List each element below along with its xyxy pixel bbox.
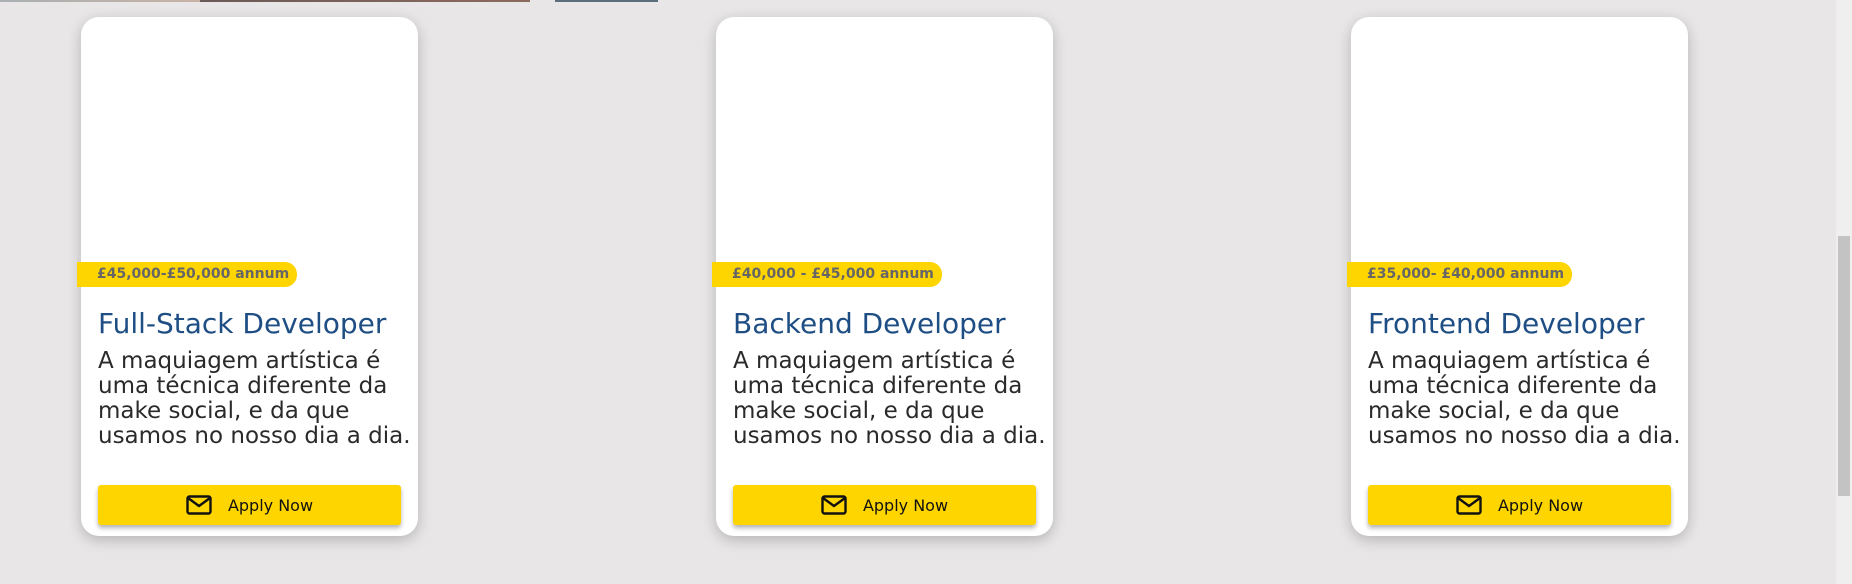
job-card: £45,000-£50,000 annum Full-Stack Develop… <box>77 17 418 536</box>
apply-now-button[interactable]: Apply Now <box>733 485 1036 525</box>
salary-badge: £45,000-£50,000 annum <box>77 262 298 287</box>
vertical-scrollbar[interactable] <box>1836 0 1852 584</box>
apply-now-label: Apply Now <box>862 495 949 515</box>
page: £45,000-£50,000 annum Full-Stack Develop… <box>0 0 1852 584</box>
mail-icon <box>186 495 212 515</box>
mail-icon <box>821 495 847 515</box>
previous-section-edge <box>0 0 200 2</box>
apply-now-button[interactable]: Apply Now <box>98 485 401 525</box>
salary-badge: £35,000- £40,000 annum <box>1347 262 1573 287</box>
job-description: A maquiagem artística é uma técnica dife… <box>733 348 1046 449</box>
mail-icon <box>1456 495 1482 515</box>
job-title: Backend Developer <box>733 307 1006 340</box>
job-card: £35,000- £40,000 annum Frontend Develope… <box>1347 17 1688 536</box>
salary-badge: £40,000 - £45,000 annum <box>712 262 942 287</box>
job-title: Full-Stack Developer <box>98 307 387 340</box>
apply-now-label: Apply Now <box>227 495 314 515</box>
previous-section-edge <box>200 0 530 2</box>
apply-now-label: Apply Now <box>1497 495 1584 515</box>
apply-now-button[interactable]: Apply Now <box>1368 485 1671 525</box>
job-description: A maquiagem artística é uma técnica dife… <box>1368 348 1681 449</box>
job-card: £40,000 - £45,000 annum Backend Develope… <box>712 17 1053 536</box>
previous-section-edge <box>555 0 658 2</box>
job-title: Frontend Developer <box>1368 307 1645 340</box>
scrollbar-thumb[interactable] <box>1838 236 1850 496</box>
job-description: A maquiagem artística é uma técnica dife… <box>98 348 411 449</box>
